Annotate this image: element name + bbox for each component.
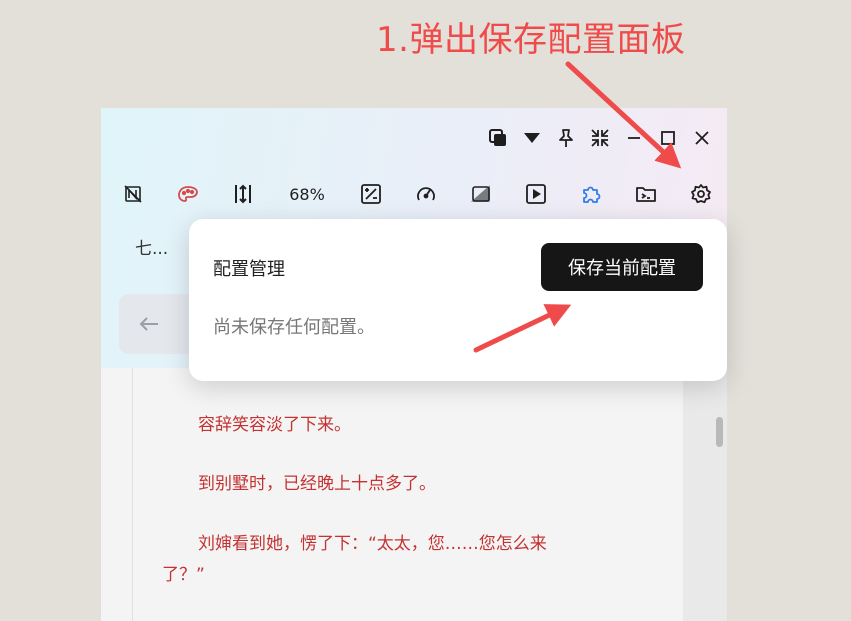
paragraph: 刘婶看到她，愣了下：“太太，您……您怎么来了？”	[162, 534, 547, 585]
copy-window-icon[interactable]	[481, 124, 515, 152]
annotation-title: 1.弹出保存配置面板	[376, 20, 686, 60]
close-icon[interactable]	[685, 124, 719, 152]
no-image-icon[interactable]	[117, 178, 149, 210]
extension-puzzle-icon[interactable]	[575, 178, 607, 210]
popup-title: 配置管理	[213, 259, 285, 280]
arrow-left-icon[interactable]	[129, 310, 169, 338]
brightness-icon[interactable]	[355, 178, 387, 210]
theme-palette-icon[interactable]	[172, 178, 204, 210]
terminal-icon[interactable]	[630, 178, 662, 210]
paragraph: 容辞笑容淡了下来。	[198, 415, 351, 435]
shrink-icon[interactable]	[583, 124, 617, 152]
save-current-config-button[interactable]: 保存当前配置	[541, 243, 703, 291]
minimize-icon[interactable]	[617, 124, 651, 152]
scrollbar-track	[683, 368, 727, 621]
config-management-popup: 配置管理 保存当前配置 尚未保存任何配置。	[189, 219, 727, 381]
dropdown-triangle-icon[interactable]	[515, 124, 549, 152]
line-spacing-icon[interactable]	[227, 178, 259, 210]
pin-icon[interactable]	[549, 124, 583, 152]
settings-gear-icon[interactable]	[685, 178, 717, 210]
play-icon[interactable]	[520, 178, 552, 210]
paragraph: 到别墅时，已经晚上十点多了。	[198, 474, 436, 494]
title-bar-controls	[481, 124, 719, 152]
tab-title[interactable]: 七...	[135, 234, 168, 259]
reader-toolbar: 68%	[117, 178, 717, 210]
scrollbar-thumb[interactable]	[716, 417, 723, 447]
contrast-icon[interactable]	[465, 178, 497, 210]
empty-config-message: 尚未保存任何配置。	[213, 317, 375, 338]
speedometer-icon[interactable]	[410, 178, 442, 210]
maximize-icon[interactable]	[651, 124, 685, 152]
zoom-level[interactable]: 68%	[282, 178, 332, 210]
